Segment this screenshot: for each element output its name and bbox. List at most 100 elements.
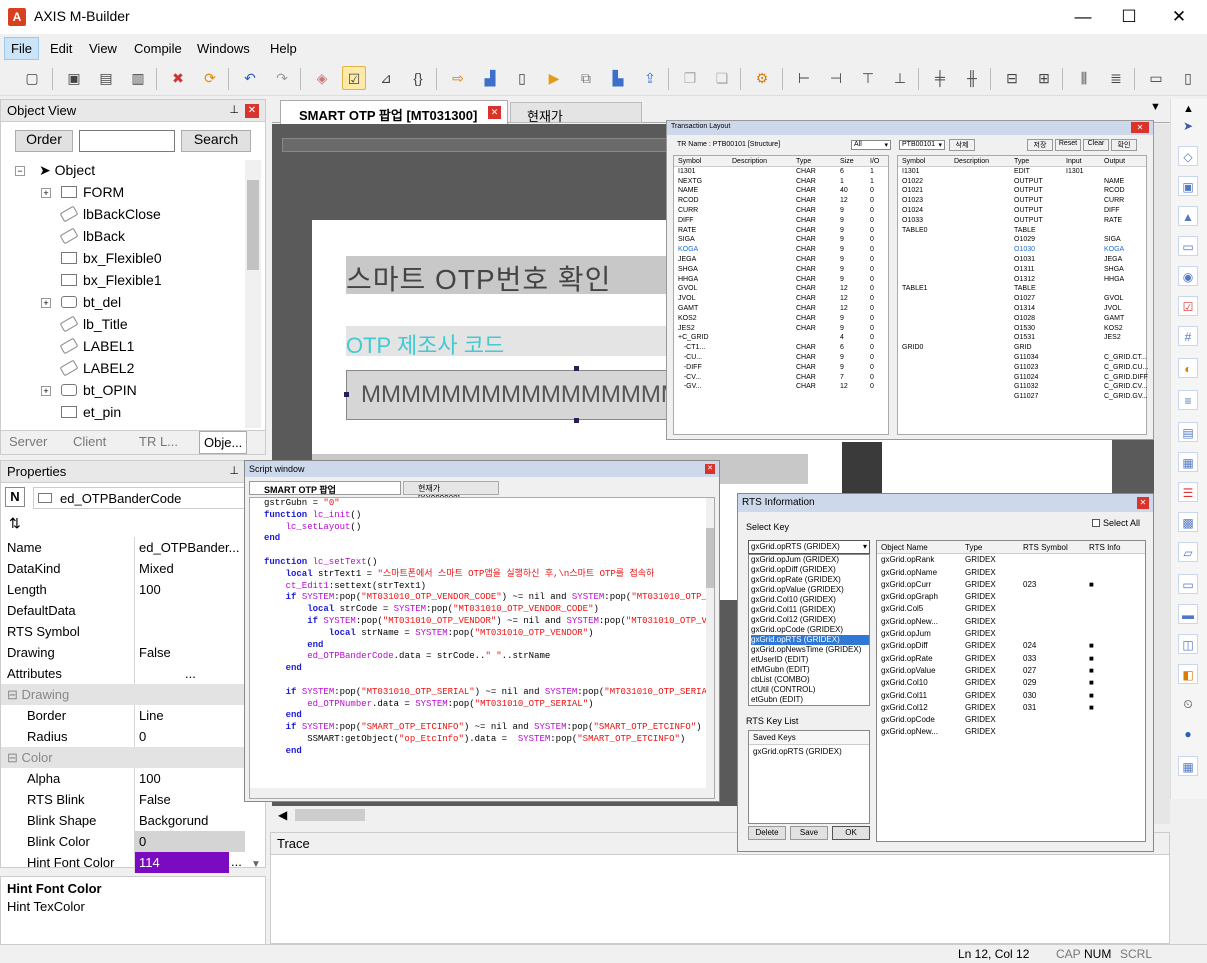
code-editor[interactable]: gstrGubn = "0" function lc_init() lc_setL… [249, 497, 715, 799]
prop-row[interactable]: DefaultData [1, 600, 265, 621]
prop-row[interactable]: Drawing False [1, 642, 265, 663]
table-row[interactable]: G11023 C_GRID.CU... [898, 363, 1148, 373]
list-item[interactable]: gxGrid.opCode (GRIDEX) [751, 625, 869, 635]
column-header[interactable]: Description [732, 157, 767, 167]
table-row[interactable]: O1024 OUTPUT DIFF [898, 206, 1146, 216]
column-header[interactable]: Symbol [678, 157, 701, 167]
pin-icon[interactable]: ⊥ [229, 103, 239, 116]
table-row[interactable]: G11024 C_GRID.DIFF [898, 373, 1148, 383]
list-item[interactable]: cbList (COMBO) [751, 675, 869, 685]
table-row[interactable]: gxGrid.opGraph GRIDEX [877, 591, 1145, 603]
table-row[interactable]: HHGA CHAR 9 0 [674, 275, 888, 285]
menu-windows[interactable]: Windows [197, 41, 250, 56]
run-icon[interactable]: ▶ [542, 66, 566, 90]
saved-key-item[interactable]: gxGrid.opRTS (GRIDEX) [749, 745, 869, 758]
clear-button[interactable]: Clear [1083, 139, 1109, 151]
table-row[interactable]: O1312 HHGA [898, 275, 1146, 285]
table-row[interactable]: gxGrid.Col12 GRIDEX 031 ■ [877, 702, 1145, 714]
tab-server[interactable]: Server [9, 434, 47, 449]
chat-tool-icon[interactable]: ◫ [1178, 634, 1198, 654]
refresh-icon[interactable]: ⟳ [198, 66, 222, 90]
menu-view[interactable]: View [89, 41, 117, 56]
space-vertical-icon[interactable]: ≣ [1104, 66, 1128, 90]
tr-structure-grid[interactable]: Symbol Description Type Size I/O I1301 CHAR 6 1 N… [673, 155, 889, 435]
close-panel-icon[interactable]: ✕ [245, 104, 259, 118]
tree-item[interactable]: lbBack [59, 227, 125, 245]
doc-tab[interactable]: 현재가 [XX999900] [510, 102, 642, 140]
tree-item[interactable]: lb_Title [59, 315, 128, 333]
same-height-icon[interactable]: ⊟ [1000, 66, 1024, 90]
braces-icon[interactable]: {} [406, 66, 430, 90]
table-row[interactable]: gxGrid.Col5 GRIDEX [877, 603, 1145, 615]
table-row[interactable]: -CV... CHAR 7 0 [674, 373, 888, 383]
column-header[interactable]: Size [840, 157, 854, 167]
column-header[interactable]: Input [1066, 157, 1082, 167]
object-selector[interactable]: ed_OTPBanderCode [33, 487, 263, 509]
list-item[interactable]: gxGrid.opDiff (GRIDEX) [751, 565, 869, 575]
minimize-button[interactable]: — [1060, 2, 1106, 32]
combo-tool-icon[interactable]: ▤ [1178, 422, 1198, 442]
edit-tool-icon[interactable]: # [1178, 326, 1198, 346]
menu-file[interactable]: File [4, 37, 39, 60]
close-button[interactable]: ✕ [1156, 2, 1202, 32]
tree-scrollbar[interactable] [245, 160, 261, 428]
close-icon[interactable]: ✕ [1137, 497, 1149, 509]
center-vertical-icon[interactable]: ╪ [928, 66, 952, 90]
table-row[interactable]: O1023 OUTPUT CURR [898, 196, 1146, 206]
code-scrollbar[interactable] [706, 498, 714, 798]
table-row[interactable]: JES2 CHAR 9 0 [674, 324, 888, 334]
ok-button[interactable]: OK [832, 826, 870, 840]
save-button[interactable]: 저장 [1027, 139, 1053, 151]
group-icon[interactable]: ▭ [1144, 66, 1168, 90]
confirm-button[interactable]: 확인 [1111, 139, 1137, 151]
table-row[interactable]: -CT1... CHAR 6 0 [674, 343, 888, 353]
prop-row[interactable]: Border Line [1, 705, 265, 726]
table-row[interactable]: gxGrid.opName GRIDEX [877, 567, 1145, 579]
calc-tool-icon[interactable]: ▦ [1178, 756, 1198, 776]
column-header[interactable]: Type [1014, 157, 1029, 167]
table-row[interactable]: I1301 EDIT I1301 [898, 167, 1146, 177]
table-row[interactable]: O1531 JES2 [898, 333, 1146, 343]
table-row[interactable]: gxGrid.opRank GRIDEX [877, 554, 1145, 566]
maximize-button[interactable]: ☐ [1106, 2, 1152, 32]
pointer-icon[interactable]: ➤ [1178, 116, 1198, 136]
prop-row[interactable]: DataKind Mixed [1, 558, 265, 579]
checkbox-tool-icon[interactable]: ☑ [1178, 296, 1198, 316]
table-row[interactable]: O1530 KOS2 [898, 324, 1146, 334]
delete-key-button[interactable]: Delete [748, 826, 786, 840]
table-row[interactable]: -CU... CHAR 9 0 [674, 353, 888, 363]
list-item[interactable]: gxGrid.opValue (GRIDEX) [751, 585, 869, 595]
table-row[interactable]: G11032 C_GRID.CV... [898, 382, 1147, 392]
copy-icon[interactable]: ❐ [678, 66, 702, 90]
table-row[interactable]: O1314 JVOL [898, 304, 1146, 314]
list-item[interactable]: gxGrid.opJum (GRIDEX) [751, 555, 869, 565]
table-row[interactable]: O1028 GAMT [898, 314, 1146, 324]
menu-help[interactable]: Help [270, 41, 297, 56]
save-key-button[interactable]: Save [790, 826, 828, 840]
space-horizontal-icon[interactable]: ⫼ [1072, 66, 1096, 90]
table-row[interactable]: JEGA CHAR 9 0 [674, 255, 888, 265]
undo-icon[interactable]: ↶ [238, 66, 262, 90]
control-tool-icon[interactable]: ▬ [1178, 604, 1198, 624]
save-as-icon[interactable]: ▥ [126, 66, 150, 90]
table-row[interactable]: gxGrid.opRate GRIDEX 033 ■ [877, 653, 1145, 665]
save-icon[interactable]: ▣ [62, 66, 86, 90]
select-all-checkbox[interactable]: Select All [1092, 518, 1140, 528]
delete-icon[interactable]: ✖ [166, 66, 190, 90]
align-top-icon[interactable]: ⊤ [856, 66, 880, 90]
tab-client[interactable]: Client [73, 434, 106, 449]
script-tab[interactable]: 현재가 [XX999900] [403, 481, 499, 503]
column-header[interactable]: Description [954, 157, 989, 167]
table-row[interactable]: CURR CHAR 9 0 [674, 206, 888, 216]
table-row[interactable]: NEXTG CHAR 1 1 [674, 177, 888, 187]
column-header[interactable]: Type [965, 542, 982, 554]
ungroup-icon[interactable]: ▯ [1176, 66, 1200, 90]
prop-row[interactable]: Name ed_OTPBander... [1, 537, 265, 558]
phone-icon[interactable]: ▯ [510, 66, 534, 90]
tree-item[interactable]: lbBackClose [59, 205, 161, 223]
column-header[interactable]: RTS Symbol [1023, 542, 1068, 554]
table-row[interactable]: +C_GRID 4 0 [674, 333, 888, 343]
table-row[interactable]: KOGA CHAR 9 0 [674, 245, 888, 255]
order-button[interactable]: Order [15, 130, 73, 152]
prop-row[interactable]: Length 100 [1, 579, 265, 600]
